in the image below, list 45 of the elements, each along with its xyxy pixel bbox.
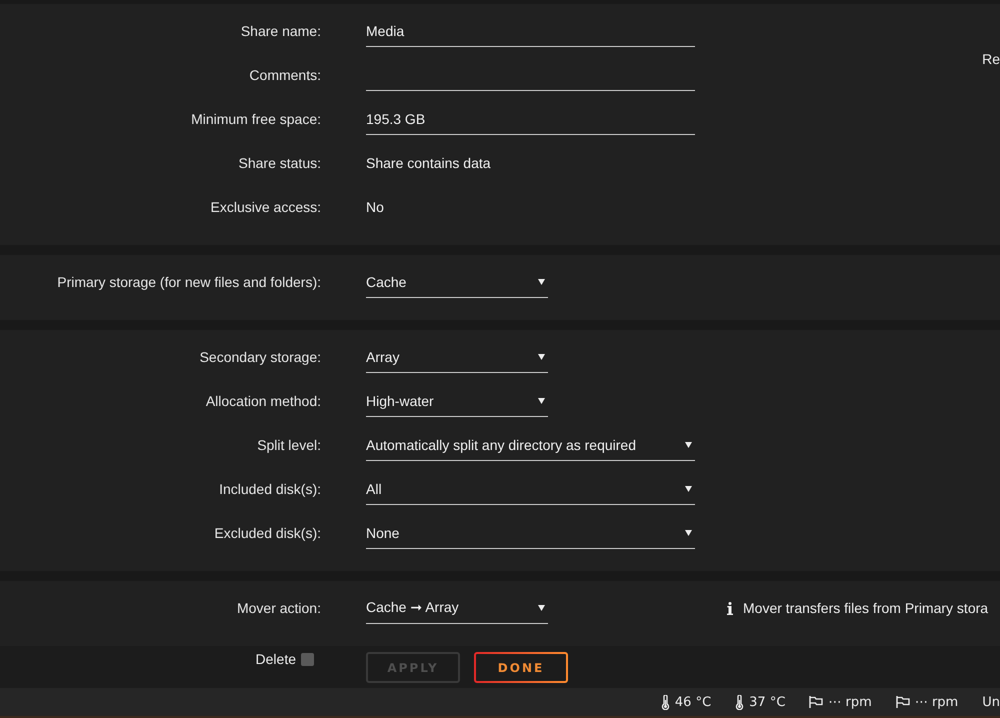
thermometer-icon xyxy=(660,694,670,710)
caret-icon xyxy=(538,278,545,284)
status-text: ⋯ rpm xyxy=(914,694,958,710)
thermometer-icon xyxy=(735,694,744,710)
dropdown[interactable]: High-water xyxy=(366,385,548,417)
flag-icon xyxy=(809,696,824,708)
caret-icon xyxy=(685,486,692,492)
info-icon xyxy=(727,602,733,614)
side-text: Re xyxy=(982,51,1000,67)
caret-icon xyxy=(538,354,545,360)
text-field[interactable]: Media xyxy=(366,15,695,47)
field-label: Allocation method: xyxy=(204,393,321,409)
dropdown[interactable]: Array xyxy=(366,341,548,373)
field-label: Minimum free space: xyxy=(190,111,321,127)
status-text: ⋯ rpm xyxy=(828,694,872,710)
field-label: Secondary storage: xyxy=(198,349,321,365)
caret-icon xyxy=(538,398,545,404)
field-value: No xyxy=(366,199,384,215)
caret-icon xyxy=(685,530,692,536)
field-label: Share status: xyxy=(238,155,321,171)
caret-icon xyxy=(538,604,545,610)
dropdown[interactable]: None xyxy=(366,517,695,549)
field-value: Share contains data xyxy=(366,155,491,171)
field-label: Included disk(s): xyxy=(218,481,321,497)
status-text: 46 °C xyxy=(674,694,712,710)
dropdown[interactable]: Automatically split any directory as required xyxy=(366,429,695,461)
flag-icon xyxy=(896,696,910,708)
status-text: 37 °C xyxy=(749,694,786,710)
field-label: Exclusive access: xyxy=(210,199,321,215)
field-label: Mover action: xyxy=(236,600,321,616)
info-note: Mover transfers files from Primary stora xyxy=(743,600,988,616)
dropdown[interactable]: All xyxy=(366,473,695,505)
caret-icon xyxy=(685,442,692,448)
done-button[interactable]: DONE xyxy=(474,652,568,683)
field-label: Primary storage (for new files and folders): xyxy=(56,274,321,290)
dropdown[interactable]: Cache ➞ Array xyxy=(366,592,548,624)
field-label: Comments: xyxy=(248,67,321,83)
field-label: Excluded disk(s): xyxy=(213,525,321,541)
field-label: Share name: xyxy=(240,23,321,39)
checkbox[interactable] xyxy=(301,652,314,666)
checkbox-label: Delete xyxy=(256,651,296,667)
status-text: Un xyxy=(982,694,1000,710)
field-label: Split level: xyxy=(256,437,321,453)
text-field[interactable]: 195.3 GB xyxy=(366,103,695,135)
dropdown[interactable]: Cache xyxy=(366,266,548,298)
